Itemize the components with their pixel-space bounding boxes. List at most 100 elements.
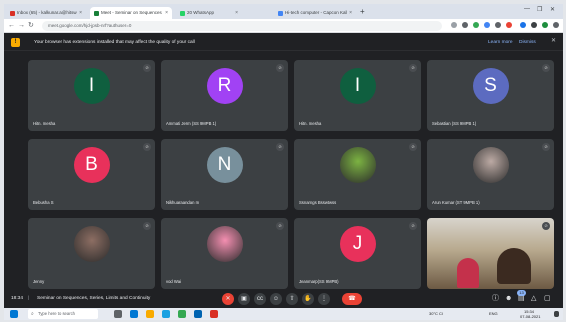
- participant-name: Jeanmarp(SS 9MPB): [299, 279, 339, 284]
- meeting-time: 18:34: [11, 296, 24, 301]
- close-icon[interactable]: ×: [79, 7, 82, 19]
- mic-off-icon: ⊘: [143, 143, 151, 151]
- participant-tile[interactable]: B ⊘ Bebusha S: [28, 139, 155, 210]
- app-icon[interactable]: [210, 310, 218, 318]
- file-explorer-icon[interactable]: [146, 310, 154, 318]
- more-button[interactable]: ⋮: [318, 293, 330, 305]
- back-icon[interactable]: ←: [8, 21, 15, 31]
- participant-tile[interactable]: ⊘ vod Wai: [161, 218, 288, 289]
- more-icon: ⋮: [321, 296, 327, 302]
- close-icon[interactable]: ×: [165, 7, 168, 19]
- tab-whatsapp[interactable]: 20 WhatsApp ×: [176, 7, 242, 19]
- raise-hand-button[interactable]: ✋: [302, 293, 314, 305]
- dismiss-link[interactable]: Dismiss: [519, 38, 536, 47]
- participant-avatar: I: [339, 67, 376, 104]
- meeting-controls-bar: 18:34 | Seminar on Sequences, Series, Li…: [4, 290, 563, 308]
- profile-photo: [339, 146, 376, 183]
- forward-icon[interactable]: →: [18, 21, 25, 31]
- emoji-button[interactable]: ☺: [270, 293, 282, 305]
- participant-tile[interactable]: ⊘ Ssnarngs Bsswtwss: [294, 139, 421, 210]
- tab-hitech[interactable]: Hi-tech computer - Capcon Kalk ×: [274, 7, 356, 19]
- participant-name: Nikhuaraandan m: [166, 200, 200, 205]
- warning-icon: !: [11, 38, 20, 47]
- participant-name: Ammati Jerm (SS 9MPB 1): [166, 121, 217, 126]
- close-icon[interactable]: ×: [235, 7, 238, 19]
- participant-grid: I ⊘ Hitn. mesha R ⊘ Ammati Jerm (SS 9MPB 1) I ⊘…: [28, 60, 554, 289]
- participant-avatar: I: [73, 67, 110, 104]
- minimize-icon[interactable]: —: [524, 6, 530, 12]
- language-indicator[interactable]: ENG: [489, 311, 498, 316]
- participant-tile[interactable]: R ⊘ Ammati Jerm (SS 9MPB 1): [161, 60, 288, 131]
- mic-off-icon: ⊘: [409, 64, 417, 72]
- info-icon[interactable]: ⓘ: [492, 294, 499, 303]
- menu-icon[interactable]: [553, 22, 559, 28]
- mail-icon[interactable]: [194, 310, 202, 318]
- camera-button[interactable]: ▣: [238, 293, 250, 305]
- extension-icon[interactable]: [495, 22, 501, 28]
- extension-icon[interactable]: [484, 22, 490, 28]
- people-icon[interactable]: ☻: [505, 294, 512, 303]
- store-icon[interactable]: [130, 310, 138, 318]
- participant-name: Arun Kumar (ST 9MPB 1): [432, 200, 480, 205]
- learn-more-link[interactable]: Learn more: [488, 38, 513, 47]
- participant-tile[interactable]: J ⊘ Jeanmarp(SS 9MPB): [294, 218, 421, 289]
- participant-name: Bebusha S: [33, 200, 54, 205]
- taskbar-search-input[interactable]: ⌕ Type here to search: [28, 309, 98, 319]
- end-call-button[interactable]: ☎: [342, 293, 362, 305]
- participant-tile[interactable]: ⊘ Arun Kumar (ST 9MPB 1): [427, 139, 554, 210]
- chrome-icon[interactable]: [178, 310, 186, 318]
- url-input[interactable]: meet.google.com/hjd-jpsb-nrf?authuser=0: [42, 21, 442, 31]
- extension-icon[interactable]: [462, 22, 468, 28]
- lock-icon[interactable]: ▢: [544, 294, 551, 303]
- camera-icon: ▣: [241, 296, 247, 302]
- mic-off-icon: ⊘: [143, 222, 151, 230]
- participant-count-badge: 13: [517, 290, 526, 296]
- notification-icon[interactable]: [554, 311, 559, 317]
- search-icon: ⌕: [31, 311, 34, 317]
- participant-tile[interactable]: I ⊘ Hitn. mesha: [28, 60, 155, 131]
- activities-icon[interactable]: △: [531, 294, 536, 303]
- tab-gmail[interactable]: Inbox (65) - kalkunar.a@hitsw ×: [6, 7, 86, 19]
- mic-off-button[interactable]: ✕: [222, 293, 234, 305]
- search-placeholder: Type here to search: [38, 311, 76, 316]
- windows-start-icon[interactable]: [10, 310, 18, 318]
- windows-taskbar: ⌕ Type here to search 30°C Cl ENG 15:34 …: [4, 308, 563, 320]
- captions-button[interactable]: cc: [254, 293, 266, 305]
- edge-icon[interactable]: [162, 310, 170, 318]
- profile-avatar[interactable]: [542, 22, 548, 28]
- close-icon[interactable]: ×: [349, 7, 352, 19]
- present-button[interactable]: ⇧: [286, 293, 298, 305]
- bookmark-icon[interactable]: [520, 22, 526, 28]
- participant-name: vod Wai: [166, 279, 181, 284]
- participant-tile[interactable]: N ⊘ Nikhuaraandan m: [161, 139, 288, 210]
- participant-tile[interactable]: I ⊘ Hitn. mesha: [294, 60, 421, 131]
- mic-off-icon: ⊘: [409, 143, 417, 151]
- new-tab-button[interactable]: +: [360, 7, 365, 17]
- extension-icon[interactable]: [473, 22, 479, 28]
- mic-off-icon: ✕: [225, 296, 231, 302]
- profile-photo: [472, 146, 509, 183]
- mic-off-icon: ⊘: [542, 222, 550, 230]
- participant-tile[interactable]: ⊘: [427, 218, 554, 289]
- close-window-icon[interactable]: ✕: [550, 6, 555, 13]
- tab-label: Meet - Seminar on Sequences: [101, 10, 162, 15]
- extension-icon[interactable]: [451, 22, 457, 28]
- reload-icon[interactable]: ↻: [28, 21, 34, 31]
- task-view-icon[interactable]: [114, 310, 122, 318]
- raise-hand-icon: ✋: [304, 296, 312, 302]
- present-icon: ⇧: [289, 296, 295, 302]
- tab-meet[interactable]: Meet - Seminar on Sequences ×: [90, 7, 172, 19]
- extension-icon[interactable]: [506, 22, 512, 28]
- participant-avatar: B: [73, 146, 110, 183]
- profile-photo: [73, 225, 110, 262]
- participant-tile[interactable]: S ⊘ Sebastian (SS 9MPB 1): [427, 60, 554, 131]
- meet-icon: [94, 10, 99, 16]
- close-icon[interactable]: ✕: [551, 37, 556, 44]
- participant-name: Jenny: [33, 279, 45, 284]
- captions-icon: cc: [257, 296, 263, 302]
- participant-tile[interactable]: ⊘ Jenny: [28, 218, 155, 289]
- whatsapp-icon: [180, 10, 185, 16]
- maximize-icon[interactable]: ❐: [537, 6, 542, 13]
- extensions-puzzle-icon[interactable]: [531, 22, 537, 28]
- background-person: [457, 258, 479, 288]
